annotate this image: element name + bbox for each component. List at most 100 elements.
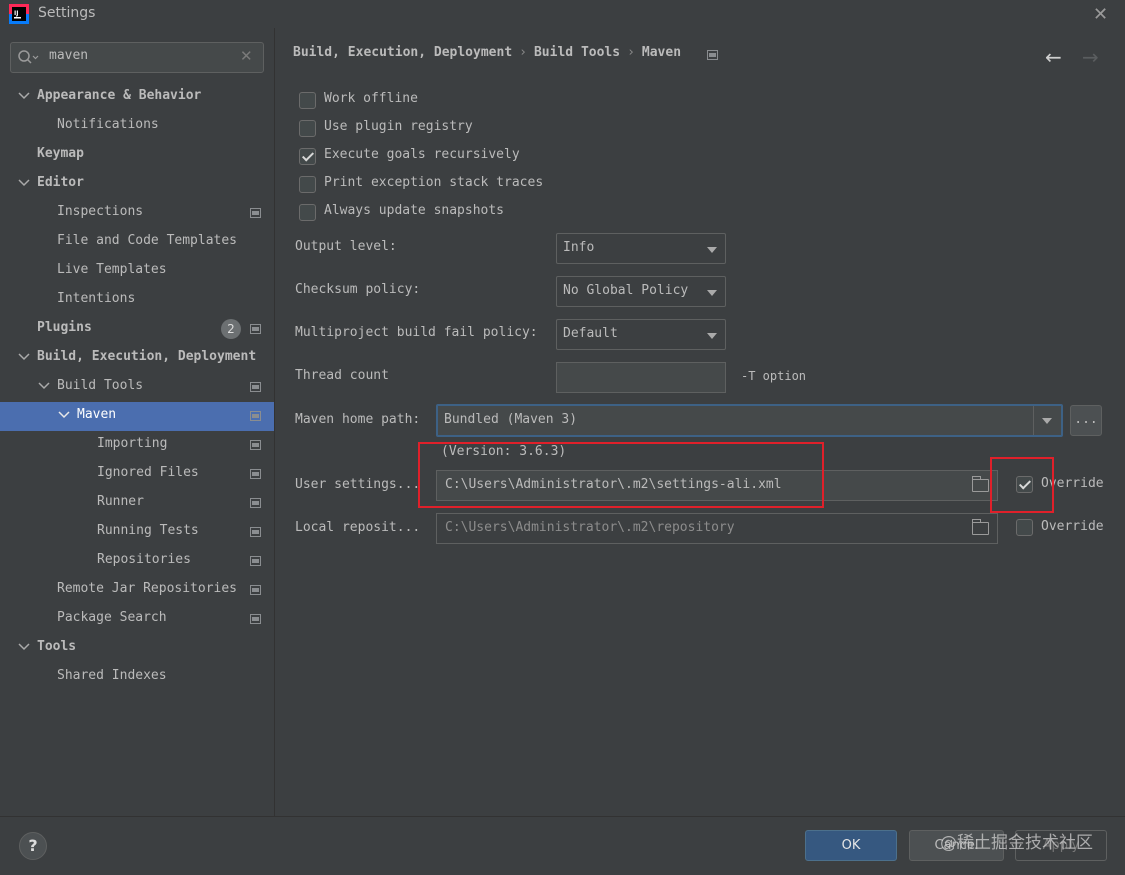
sidebar-item-label: File and Code Templates: [57, 233, 238, 248]
sidebar-item-label: Build Tools: [57, 378, 144, 393]
sidebar-item-label: Appearance & Behavior: [37, 88, 202, 103]
breadcrumb-build-tools[interactable]: Build Tools: [534, 45, 620, 60]
dropdown-arrow-icon: [707, 333, 717, 339]
sidebar-item-live-templates[interactable]: Live Templates: [0, 257, 274, 286]
project-scope-icon: [250, 440, 261, 450]
use-plugin-registry-label: Use plugin registry: [324, 119, 473, 134]
chevron-down-icon[interactable]: [17, 640, 31, 654]
sidebar-item-label: Package Search: [57, 610, 167, 625]
local-repository-override-checkbox[interactable]: [1016, 519, 1033, 536]
sidebar-item-label: Maven: [77, 407, 117, 422]
chevron-down-icon[interactable]: [17, 350, 31, 364]
sidebar-item-importing[interactable]: Importing: [0, 431, 274, 460]
build-fail-policy-value: Default: [563, 326, 618, 341]
execute-goals-recursively-checkbox[interactable]: [299, 148, 316, 165]
project-scope-icon: [250, 585, 261, 595]
chevron-down-icon[interactable]: [57, 408, 71, 422]
sidebar-item-tools[interactable]: Tools: [0, 634, 274, 663]
sidebar-item-label: Notifications: [57, 117, 159, 132]
always-update-snapshots-label: Always update snapshots: [324, 203, 505, 218]
ok-button[interactable]: OK: [805, 830, 897, 861]
search-query[interactable]: maven: [49, 48, 88, 63]
sidebar-item-repositories[interactable]: Repositories: [0, 547, 274, 576]
folder-icon[interactable]: [972, 476, 989, 492]
sidebar-item-file-and-code-templates[interactable]: File and Code Templates: [0, 228, 274, 257]
local-repository-label: Local reposit...: [295, 520, 421, 535]
help-button[interactable]: ?: [19, 832, 47, 860]
combo-separator: [1033, 406, 1034, 435]
dropdown-arrow-icon: [707, 290, 717, 296]
chevron-down-icon[interactable]: [17, 89, 31, 103]
close-icon[interactable]: ✕: [1093, 4, 1108, 25]
plugins-update-badge: 2: [221, 319, 241, 339]
sidebar-item-label: Live Templates: [57, 262, 167, 277]
maven-home-value: Bundled (Maven 3): [444, 412, 578, 427]
maven-home-label: Maven home path:: [295, 412, 421, 427]
breadcrumb-separator: ›: [519, 45, 527, 60]
window-title: Settings: [38, 5, 96, 21]
sidebar-item-label: Remote Jar Repositories: [57, 581, 238, 596]
title-bar: [0, 0, 1125, 28]
sidebar-item-label: Running Tests: [97, 523, 199, 538]
project-scope-icon: [250, 527, 261, 537]
sidebar-item-label: Repositories: [97, 552, 191, 567]
sidebar-item-label: Plugins: [37, 320, 92, 335]
folder-icon[interactable]: [972, 519, 989, 535]
chevron-down-icon[interactable]: [17, 176, 31, 190]
sidebar-item-runner[interactable]: Runner: [0, 489, 274, 518]
sidebar-item-inspections[interactable]: Inspections: [0, 199, 274, 228]
svg-text:IJ: IJ: [14, 10, 18, 17]
sidebar-item-running-tests[interactable]: Running Tests: [0, 518, 274, 547]
browse-maven-home-button[interactable]: ...: [1070, 405, 1102, 436]
sidebar-item-label: Intentions: [57, 291, 136, 306]
thread-count-hint: -T option: [741, 369, 807, 383]
thread-count-input[interactable]: [556, 362, 726, 393]
sidebar-item-keymap[interactable]: Keymap: [0, 141, 274, 170]
checksum-policy-label: Checksum policy:: [295, 282, 421, 297]
sidebar-item-intentions[interactable]: Intentions: [0, 286, 274, 315]
project-scope-icon: [250, 498, 261, 508]
breadcrumb-build-execution-deployment[interactable]: Build, Execution, Deployment: [293, 45, 512, 60]
chevron-down-icon[interactable]: [37, 379, 51, 393]
back-arrow-icon[interactable]: ←: [1045, 45, 1062, 69]
sidebar-item-plugins[interactable]: Plugins 2: [0, 315, 274, 344]
sidebar-item-maven[interactable]: Maven: [0, 402, 274, 431]
sidebar-item-notifications[interactable]: Notifications: [0, 112, 274, 141]
sidebar-item-ignored-files[interactable]: Ignored Files: [0, 460, 274, 489]
clear-search-icon[interactable]: ✕: [240, 47, 253, 65]
breadcrumb-maven: Maven: [641, 45, 682, 60]
print-exception-stack-traces-checkbox[interactable]: [299, 176, 316, 193]
override-highlight-box: [990, 457, 1054, 513]
output-level-select[interactable]: Info: [556, 233, 726, 264]
local-repository-override-label: Override: [1041, 519, 1104, 534]
sidebar-item-editor[interactable]: Editor: [0, 170, 274, 199]
use-plugin-registry-checkbox[interactable]: [299, 120, 316, 137]
local-repository-value: C:\Users\Administrator\.m2\repository: [445, 520, 735, 535]
sidebar-item-build-execution-deployment[interactable]: Build, Execution, Deployment: [0, 344, 274, 373]
sidebar-item-remote-jar-repositories[interactable]: Remote Jar Repositories: [0, 576, 274, 605]
build-fail-policy-label: Multiproject build fail policy:: [295, 325, 538, 340]
forward-arrow-icon[interactable]: →: [1082, 45, 1099, 69]
sidebar-item-package-search[interactable]: Package Search: [0, 605, 274, 634]
local-repository-input[interactable]: C:\Users\Administrator\.m2\repository: [436, 513, 998, 544]
sidebar-item-appearance-behavior[interactable]: Appearance & Behavior: [0, 83, 274, 112]
project-scope-icon: [707, 50, 718, 60]
maven-home-select[interactable]: Bundled (Maven 3): [436, 404, 1063, 437]
sidebar-item-label: Runner: [97, 494, 144, 509]
sidebar-item-label: Keymap: [37, 146, 84, 161]
always-update-snapshots-checkbox[interactable]: [299, 204, 316, 221]
project-scope-icon: [250, 556, 261, 566]
sidebar-item-label: Build, Execution, Deployment: [37, 349, 257, 364]
dropdown-arrow-icon: [707, 247, 717, 253]
checksum-policy-value: No Global Policy: [563, 283, 689, 298]
work-offline-checkbox[interactable]: [299, 92, 316, 109]
project-scope-icon: [250, 469, 261, 479]
execute-goals-recursively-label: Execute goals recursively: [324, 147, 520, 162]
build-fail-policy-select[interactable]: Default: [556, 319, 726, 350]
sidebar-item-label: Inspections: [57, 204, 144, 219]
sidebar-item-shared-indexes[interactable]: Shared Indexes: [0, 663, 274, 692]
sidebar-item-build-tools[interactable]: Build Tools: [0, 373, 274, 402]
sidebar-item-label: Editor: [37, 175, 84, 190]
project-scope-icon: [250, 614, 261, 624]
checksum-policy-select[interactable]: No Global Policy: [556, 276, 726, 307]
